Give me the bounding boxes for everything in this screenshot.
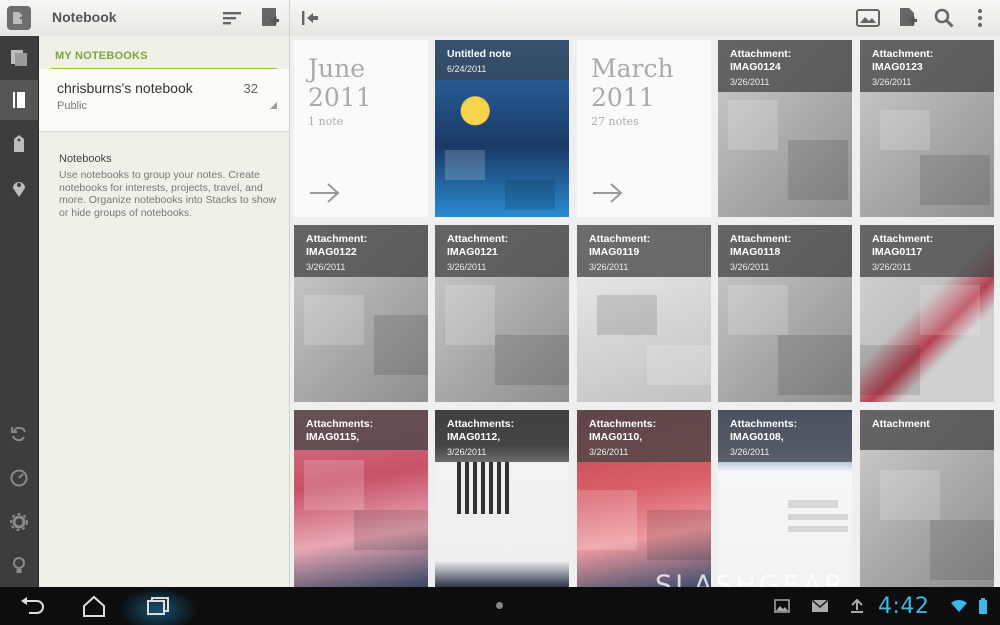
note-tile[interactable]: Untitled note 6/24/2011 bbox=[435, 40, 569, 217]
dropdown-corner-icon[interactable] bbox=[270, 102, 277, 109]
notebook-visibility: Public bbox=[57, 100, 87, 112]
note-date: 3/26/2011 bbox=[447, 447, 487, 457]
month-year: 2011 bbox=[308, 83, 372, 112]
note-title: Attachment: IMAG0117 bbox=[872, 233, 934, 258]
page-indicator-dot bbox=[496, 602, 503, 609]
note-date: 3/26/2011 bbox=[447, 262, 487, 272]
search-icon[interactable] bbox=[932, 6, 956, 30]
notebook-note-count: 32 bbox=[243, 81, 258, 96]
new-note-icon[interactable] bbox=[896, 6, 920, 30]
month-year: 2011 bbox=[591, 83, 655, 112]
tags-icon[interactable] bbox=[0, 124, 38, 164]
note-tile[interactable]: Attachments: IMAG0108, 3/26/2011 bbox=[718, 410, 852, 587]
overflow-menu-icon[interactable] bbox=[968, 6, 992, 30]
note-tile[interactable]: Attachments: IMAG0110, 3/26/2011 bbox=[577, 410, 711, 587]
note-title: Attachment: IMAG0122 bbox=[306, 233, 368, 258]
note-title: Attachment: IMAG0119 bbox=[589, 233, 651, 258]
places-icon[interactable] bbox=[0, 168, 38, 208]
note-tile[interactable]: Attachment: IMAG0117 3/26/2011 bbox=[860, 225, 994, 402]
battery-icon bbox=[974, 597, 992, 615]
note-tile[interactable]: Attachment: IMAG0118 3/26/2011 bbox=[718, 225, 852, 402]
month-name: March bbox=[591, 54, 674, 83]
home-icon[interactable] bbox=[78, 591, 110, 621]
note-title: Attachment: IMAG0123 bbox=[872, 48, 934, 73]
note-title: Attachments: IMAG0110, bbox=[589, 418, 657, 443]
gmail-notification-icon[interactable] bbox=[811, 597, 829, 615]
account-usage-icon[interactable] bbox=[0, 458, 38, 498]
month-note-count: 1 note bbox=[308, 115, 344, 128]
divider bbox=[289, 0, 290, 36]
help-title: Notebooks bbox=[59, 153, 112, 165]
qr-code-image bbox=[457, 462, 509, 514]
note-title: Attachments: IMAG0112, bbox=[447, 418, 515, 443]
note-tile[interactable]: Attachment: IMAG0122 3/26/2011 bbox=[294, 225, 428, 402]
note-title: Attachments: IMAG0115, bbox=[306, 418, 374, 443]
wifi-icon bbox=[950, 597, 968, 615]
note-date: 3/26/2011 bbox=[872, 262, 912, 272]
help-text: Use notebooks to group your notes. Creat… bbox=[59, 169, 277, 219]
note-title: Attachments: IMAG0108, bbox=[730, 418, 798, 443]
note-date: 3/26/2011 bbox=[589, 262, 629, 272]
sync-icon[interactable] bbox=[0, 414, 38, 454]
month-group-march[interactable]: March 2011 27 notes bbox=[577, 40, 711, 217]
note-date: 6/24/2011 bbox=[447, 64, 487, 74]
note-title: Untitled note bbox=[447, 48, 512, 60]
action-bar: Notebook bbox=[0, 0, 1000, 37]
note-date: 3/26/2011 bbox=[730, 262, 770, 272]
back-icon[interactable] bbox=[16, 591, 48, 621]
arrow-right-icon[interactable] bbox=[308, 182, 342, 204]
note-tile[interactable]: Attachment: IMAG0119 3/26/2011 bbox=[577, 225, 711, 402]
note-tile[interactable]: Attachments: IMAG0112, 3/26/2011 bbox=[435, 410, 569, 587]
settings-gear-icon[interactable] bbox=[0, 502, 38, 542]
notebook-name: chrisburns's notebook bbox=[57, 80, 193, 96]
left-rail bbox=[0, 36, 39, 587]
note-date: 3/26/2011 bbox=[872, 77, 912, 87]
note-date: 3/26/2011 bbox=[730, 447, 770, 457]
collapse-panel-icon[interactable] bbox=[298, 6, 322, 30]
notes-grid: June 2011 1 note Untitled note 6/24/2011… bbox=[290, 36, 1000, 587]
month-name: June bbox=[308, 54, 366, 83]
notebooks-icon[interactable] bbox=[0, 80, 38, 120]
all-notes-icon[interactable] bbox=[0, 38, 38, 78]
evernote-logo-icon[interactable] bbox=[4, 3, 34, 33]
notebook-item[interactable]: chrisburns's notebook Public 32 bbox=[39, 69, 289, 132]
sort-icon[interactable] bbox=[220, 6, 244, 30]
upload-notification-icon[interactable] bbox=[848, 597, 866, 615]
page-title: Notebook bbox=[52, 9, 117, 25]
note-title: Attachment: IMAG0118 bbox=[730, 233, 792, 258]
note-tile[interactable]: Attachment: IMAG0124 3/26/2011 bbox=[718, 40, 852, 217]
snapshot-icon[interactable] bbox=[856, 6, 880, 30]
new-notebook-icon[interactable] bbox=[258, 6, 282, 30]
gallery-notification-icon[interactable] bbox=[773, 597, 791, 615]
note-title: Attachment: IMAG0121 bbox=[447, 233, 509, 258]
month-note-count: 27 notes bbox=[591, 115, 639, 128]
note-title: Attachment: IMAG0124 bbox=[730, 48, 792, 73]
note-tile[interactable]: Attachment: IMAG0123 3/26/2011 bbox=[860, 40, 994, 217]
arrow-right-icon[interactable] bbox=[591, 182, 625, 204]
note-date: 3/26/2011 bbox=[589, 447, 629, 457]
note-tile[interactable]: Attachments: IMAG0115, bbox=[294, 410, 428, 587]
note-title: Attachment bbox=[872, 418, 930, 430]
status-clock: 4:42 bbox=[878, 594, 930, 619]
note-date: 3/26/2011 bbox=[730, 77, 770, 87]
note-tile[interactable]: Attachment bbox=[860, 410, 994, 587]
tips-lightbulb-icon[interactable] bbox=[0, 546, 38, 586]
note-date: 3/26/2011 bbox=[306, 262, 346, 272]
note-tile[interactable]: Attachment: IMAG0121 3/26/2011 bbox=[435, 225, 569, 402]
recent-apps-icon[interactable] bbox=[142, 591, 174, 621]
notebooks-panel: MY NOTEBOOKS chrisburns's notebook Publi… bbox=[39, 36, 290, 587]
section-heading: MY NOTEBOOKS bbox=[55, 50, 148, 62]
month-group-june[interactable]: June 2011 1 note bbox=[294, 40, 428, 217]
